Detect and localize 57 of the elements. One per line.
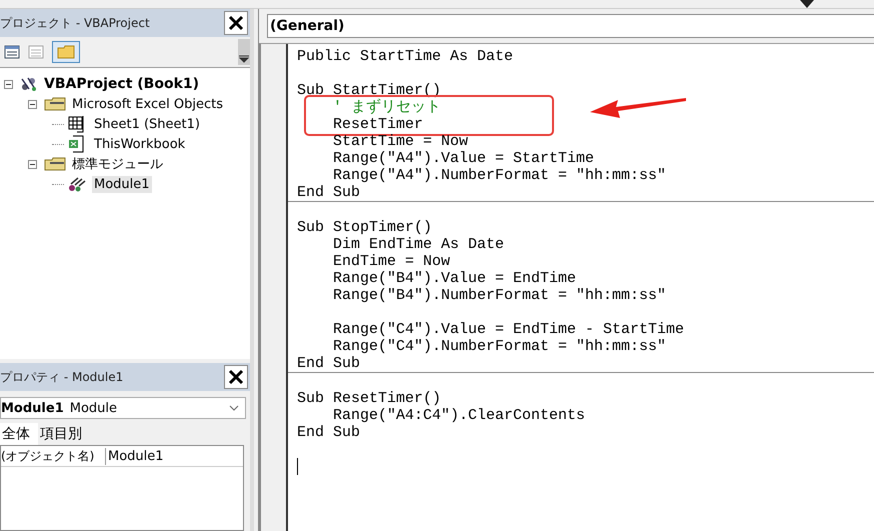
close-icon	[228, 15, 244, 31]
code-line: StartTime = Now	[332, 133, 468, 150]
pane-title: プロジェクト - VBAProject	[0, 14, 150, 32]
tree-connector	[52, 123, 64, 125]
tree-expander[interactable]	[28, 160, 40, 168]
toolbar-overflow-button[interactable]	[238, 39, 250, 65]
property-value[interactable]: Module1	[106, 448, 164, 464]
tree-item[interactable]: VBAProject (Book1)	[42, 75, 202, 93]
tree-item[interactable]: Module1	[92, 176, 152, 192]
folder-icon	[57, 45, 75, 59]
dropdown-arrow-icon[interactable]	[800, 0, 814, 8]
code-line: Range("B4").Value = EndTime	[332, 270, 576, 287]
chevron-down-icon	[229, 405, 239, 411]
close-button[interactable]	[224, 11, 248, 35]
code-line: End Sub	[297, 184, 360, 201]
code-line: End Sub	[297, 424, 360, 441]
tree-item[interactable]: Sheet1 (Sheet1)	[92, 116, 202, 132]
tree-connector	[52, 143, 64, 145]
property-name: (オブジェクト名)	[1, 448, 106, 464]
code-line: EndTime = Now	[332, 253, 450, 270]
object-type: Module	[70, 400, 118, 416]
code-line: End Sub	[297, 355, 360, 372]
code-line: Range("C4").Value = EndTime - StartTime	[332, 321, 684, 338]
code-line: Range("C4").NumberFormat = "hh:mm:ss"	[332, 338, 666, 355]
code-line: Range("A4").Value = StartTime	[332, 150, 594, 167]
code-comment: ' まずリセット	[332, 99, 442, 116]
tree-item[interactable]: ThisWorkbook	[92, 136, 188, 152]
folder-icon	[44, 97, 66, 111]
code-line: Sub StopTimer()	[297, 219, 432, 236]
pane-title: プロパティ - Module1	[0, 368, 124, 386]
close-icon	[228, 369, 244, 385]
code-line: Range("A4:C4").ClearContents	[332, 407, 586, 424]
code-line: Range("B4").NumberFormat = "hh:mm:ss"	[332, 287, 666, 304]
code-line: ResetTimer	[332, 116, 424, 133]
overflow-icon	[239, 55, 249, 63]
module-icon	[68, 176, 88, 192]
tree-item[interactable]: Microsoft Excel Objects	[70, 96, 225, 112]
tree-connector	[52, 183, 64, 185]
tree-expander[interactable]	[28, 100, 40, 108]
close-button[interactable]	[224, 365, 248, 389]
tree-expander[interactable]	[4, 80, 16, 88]
code-line: Range("A4").NumberFormat = "hh:mm:ss"	[332, 167, 666, 184]
view-code-icon[interactable]	[4, 45, 20, 59]
code-line: Sub ResetTimer()	[297, 390, 442, 407]
code-line: Dim EndTime As Date	[332, 236, 504, 253]
object-combo[interactable]: (General)	[267, 14, 874, 38]
code-line: Public StartTime As Date	[297, 48, 514, 65]
folder-icon	[44, 157, 66, 171]
toggle-folders-button[interactable]	[52, 41, 80, 63]
object-dropdown[interactable]: Module1 Module	[0, 397, 246, 419]
code-line: Sub StartTimer()	[297, 82, 442, 99]
tree-item[interactable]: 標準モジュール	[70, 154, 165, 174]
project-icon	[20, 76, 38, 92]
object-name: Module1	[1, 400, 64, 416]
code-editor[interactable]	[288, 44, 874, 531]
text-cursor	[297, 458, 298, 475]
properties-tab[interactable]: 全体	[0, 423, 38, 445]
